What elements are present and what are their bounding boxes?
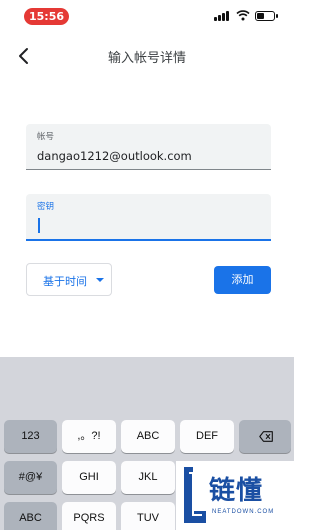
delete-icon: [259, 431, 273, 442]
key-tuv[interactable]: TUV: [121, 502, 175, 530]
battery-icon: [255, 11, 278, 21]
key-ghi[interactable]: GHI: [62, 461, 116, 494]
delete-key[interactable]: [239, 420, 291, 453]
wifi-icon: [236, 10, 250, 21]
key-pqrs[interactable]: PQRS: [62, 502, 116, 530]
key-punctuation[interactable]: ,。?!: [62, 420, 116, 453]
cellular-signal-icon: [214, 11, 230, 21]
account-label: 帐号: [37, 132, 55, 142]
watermark-subtext: NEATDOWN.COM: [212, 509, 275, 515]
status-time: 15:56: [24, 8, 69, 25]
page-title: 输入帐号详情: [107, 51, 186, 66]
app-header: 输入帐号详情: [0, 38, 294, 74]
key-jkl[interactable]: JKL: [121, 461, 175, 494]
key-type-selected: 基于时间: [43, 275, 87, 288]
watermark-text: 链懂: [209, 476, 264, 506]
battery-level: [257, 13, 264, 19]
key-abc[interactable]: ABC: [121, 420, 175, 453]
key-123[interactable]: 123: [4, 420, 57, 453]
key-abc-switch[interactable]: ABC: [4, 502, 57, 530]
key-label: 密钥: [37, 202, 55, 212]
key-def[interactable]: DEF: [180, 420, 234, 453]
key-field[interactable]: 密钥: [26, 194, 271, 241]
account-field[interactable]: 帐号 dangao1212@outlook.com: [26, 124, 271, 170]
text-cursor: [38, 218, 40, 233]
status-bar: 15:56: [0, 0, 294, 32]
account-value: dangao1212@outlook.com: [37, 149, 192, 163]
key-type-dropdown[interactable]: 基于时间: [26, 263, 112, 296]
watermark: 链懂 NEATDOWN.COM: [176, 461, 294, 530]
key-symbols[interactable]: #@¥: [4, 461, 57, 494]
add-button[interactable]: 添加: [214, 266, 271, 294]
watermark-logo-icon: [184, 467, 206, 523]
dropdown-arrow-icon: [96, 278, 104, 282]
